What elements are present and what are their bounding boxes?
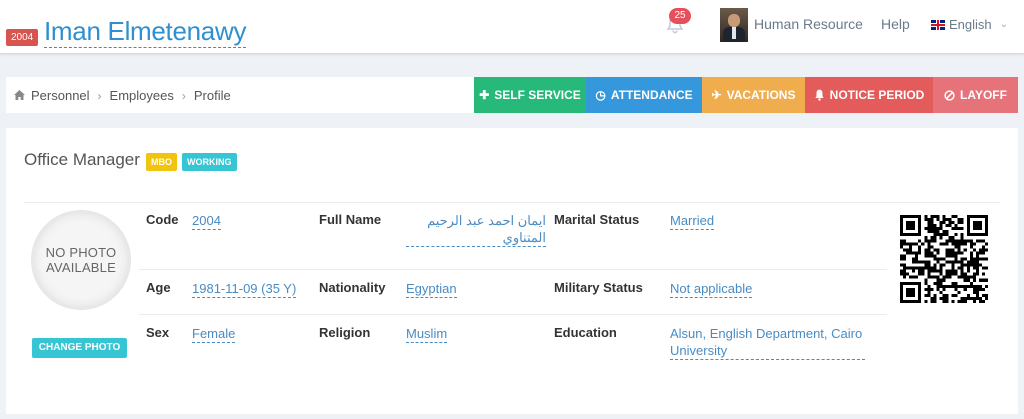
attendance-button[interactable]: ◷ ATTENDANCE [586, 77, 702, 113]
nationality-label: Nationality [319, 280, 386, 295]
language-label: English [949, 17, 992, 32]
user-role-menu[interactable]: Human Resource [754, 16, 863, 32]
full-name-label: Full Name [319, 212, 382, 227]
breadcrumb-profile: Profile [193, 88, 231, 103]
employee-code-badge: 2004 [6, 29, 39, 46]
photo-placeholder-line1: NO PHOTO [45, 245, 117, 260]
vacations-button[interactable]: ✈ VACATIONS [702, 77, 805, 113]
chevron-down-icon: ⌄ [999, 19, 1009, 30]
profile-card: Office Manager MBO WORKING NO PHOTO AVAI… [6, 128, 1018, 414]
photo-placeholder-line2: AVAILABLE [46, 260, 116, 275]
notification-count-badge[interactable]: 25 [669, 8, 691, 24]
sex-value[interactable]: Female [192, 325, 236, 343]
religion-label: Religion [319, 325, 371, 340]
status-badge: WORKING [182, 153, 237, 171]
code-value[interactable]: 2004 [192, 212, 221, 230]
marital-status-value[interactable]: Married [670, 212, 715, 230]
military-status-label: Military Status [554, 280, 643, 295]
breadcrumb-personnel[interactable]: Personnel [31, 88, 90, 103]
nationality-value[interactable]: Egyptian [406, 280, 457, 298]
marital-status-label: Marital Status [554, 212, 640, 227]
sex-label: Sex [146, 325, 170, 340]
job-title: Office Manager [24, 150, 140, 169]
layoff-button[interactable]: LAYOFF [933, 77, 1018, 113]
full-name-value[interactable]: ايمان احمد عبد الرحيم المتناوي [406, 212, 546, 247]
age-label: Age [146, 280, 171, 295]
top-header: 2004 Iman Elmetenawy 25 Human Resource H… [0, 0, 1024, 54]
language-selector[interactable]: English ⌄ [931, 17, 1008, 32]
profile-photo-placeholder: NO PHOTO AVAILABLE [31, 210, 131, 310]
plane-icon: ✈ [711, 88, 722, 102]
chevron-right-icon: › [97, 88, 102, 103]
breadcrumb: Personnel › Employees › Profile [14, 88, 231, 103]
breadcrumb-employees[interactable]: Employees [110, 88, 174, 103]
plus-icon: ✚ [479, 88, 490, 102]
mbo-badge: MBO [146, 153, 177, 171]
bell-icon [814, 89, 824, 101]
chevron-right-icon: › [181, 88, 186, 103]
education-label: Education [554, 325, 617, 340]
change-photo-button[interactable]: CHANGE PHOTO [32, 338, 127, 358]
divider [24, 202, 1000, 203]
row-divider [139, 314, 887, 315]
ban-icon [944, 89, 955, 101]
age-value[interactable]: 1981-11-09 (35 Y) [192, 280, 297, 298]
self-service-button[interactable]: ✚ SELF SERVICE [474, 77, 586, 113]
user-avatar[interactable] [720, 8, 748, 42]
row-divider [139, 269, 887, 270]
education-value[interactable]: Alsun, English Department, Cairo Univers… [670, 325, 865, 360]
clock-icon: ◷ [595, 88, 606, 102]
code-label: Code [146, 212, 179, 227]
religion-value[interactable]: Muslim [406, 325, 448, 343]
uk-flag-icon [931, 19, 945, 30]
action-buttons: ✚ SELF SERVICE ◷ ATTENDANCE ✈ VACATIONS … [474, 77, 1018, 113]
notice-period-button[interactable]: NOTICE PERIOD [805, 77, 933, 113]
qr-code [900, 215, 988, 303]
military-status-value[interactable]: Not applicable [670, 280, 753, 298]
help-link[interactable]: Help [881, 16, 910, 32]
employee-name[interactable]: Iman Elmetenawy [44, 16, 246, 48]
home-icon [14, 89, 25, 100]
breadcrumb-bar: Personnel › Employees › Profile ✚ SELF S… [6, 77, 1018, 113]
